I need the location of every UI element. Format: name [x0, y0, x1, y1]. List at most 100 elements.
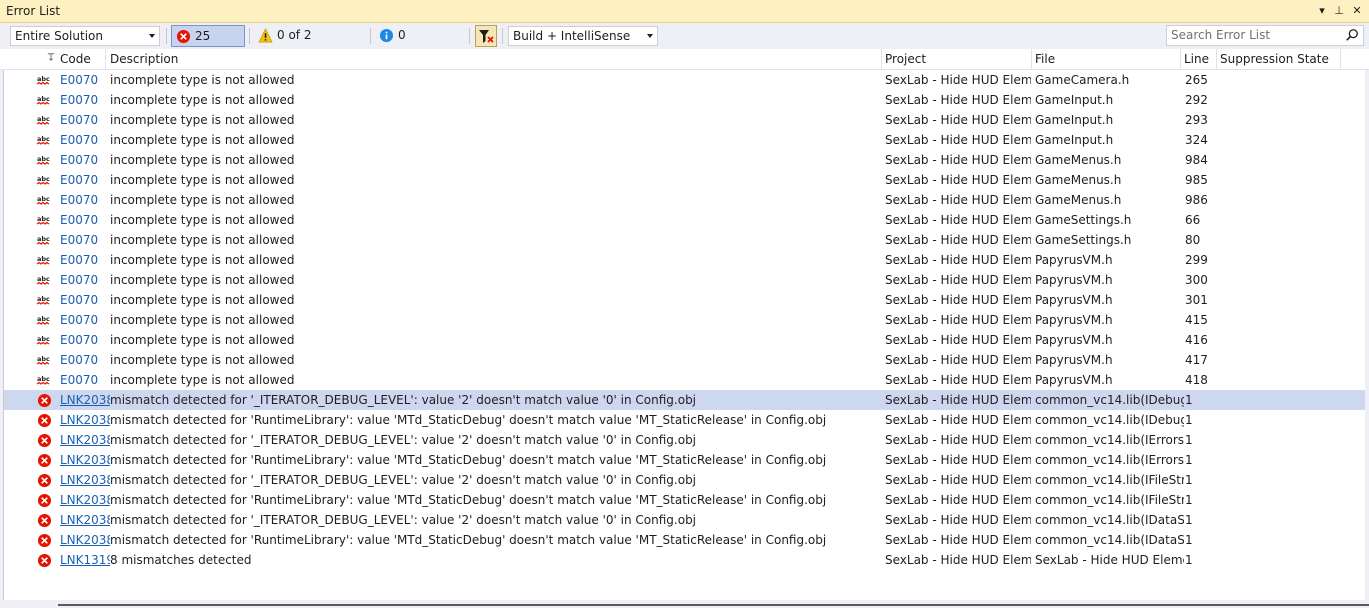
error-project: SexLab - Hide HUD Eleme...	[885, 273, 1031, 287]
error-description: mismatch detected for '_ITERATOR_DEBUG_L…	[110, 513, 697, 527]
error-list-row[interactable]: abc E0070 incomplete type is not allowed Se…	[4, 70, 1366, 90]
search-icon[interactable]	[1345, 28, 1359, 42]
column-type-header[interactable]	[3, 49, 55, 69]
error-code-link[interactable]: LNK2038	[60, 510, 110, 530]
error-line: 1	[1185, 393, 1193, 407]
error-suppression-state	[1220, 490, 1340, 510]
error-file: common_vc14.lib(IErrors....	[1035, 433, 1184, 447]
error-line: 80	[1185, 233, 1201, 247]
toolbar-separator	[469, 28, 470, 44]
error-icon	[37, 513, 52, 528]
error-code-link[interactable]: E0070	[60, 150, 110, 170]
error-list-row[interactable]: LNK2038 mismatch detected for 'RuntimeLib…	[4, 490, 1366, 510]
error-project: SexLab - Hide HUD Eleme...	[885, 513, 1031, 527]
error-code-link[interactable]: LNK2038	[60, 490, 110, 510]
error-file: PapyrusVM.h	[1035, 333, 1113, 347]
window-menu-dropdown-icon[interactable]: ▾	[1315, 3, 1329, 19]
messages-filter-button[interactable]: 0 Messages	[375, 25, 465, 62]
error-list-row[interactable]: abc E0070 incomplete type is not allowed Se…	[4, 210, 1366, 230]
clear-filter-button[interactable]	[475, 25, 497, 47]
error-line: 293	[1185, 113, 1208, 127]
error-code-link[interactable]: E0070	[60, 330, 110, 350]
error-list-row[interactable]: abc E0070 incomplete type is not allowed Se…	[4, 90, 1366, 110]
error-project: SexLab - Hide HUD Eleme...	[885, 453, 1031, 467]
error-list-row[interactable]: LNK2038 mismatch detected for 'RuntimeLib…	[4, 410, 1366, 430]
error-list-row[interactable]: abc E0070 incomplete type is not allowed Se…	[4, 290, 1366, 310]
error-list-row[interactable]: LNK2038 mismatch detected for '_ITERATOR_…	[4, 470, 1366, 490]
error-list-row[interactable]: abc E0070 incomplete type is not allowed Se…	[4, 370, 1366, 390]
error-list-row[interactable]: abc E0070 incomplete type is not allowed Se…	[4, 150, 1366, 170]
close-icon[interactable]: ✕	[1350, 3, 1364, 19]
pin-icon[interactable]: ⊥	[1332, 3, 1346, 19]
error-list-row[interactable]: LNK1319 8 mismatches detected SexLab - Hid…	[4, 550, 1366, 570]
error-suppression-state	[1220, 470, 1340, 490]
build-filter-dropdown[interactable]: Build + IntelliSense	[508, 26, 658, 46]
error-list-row[interactable]: LNK2038 mismatch detected for 'RuntimeLib…	[4, 530, 1366, 550]
search-input[interactable]: Search Error List	[1166, 25, 1364, 46]
column-file-header[interactable]: File	[1031, 49, 1181, 69]
error-line: 1	[1185, 493, 1193, 507]
error-code-link[interactable]: E0070	[60, 230, 110, 250]
column-description-header[interactable]: Description	[106, 49, 882, 69]
build-filter-value: Build + IntelliSense	[513, 29, 631, 43]
error-list-row[interactable]: abc E0070 incomplete type is not allowed Se…	[4, 350, 1366, 370]
error-code-link[interactable]: LNK2038	[60, 470, 110, 490]
intellisense-error-icon: abc	[36, 135, 50, 145]
error-code-link[interactable]: LNK2038	[60, 530, 110, 550]
error-project: SexLab - Hide HUD Eleme...	[885, 333, 1031, 347]
error-code-link[interactable]: LNK2038	[60, 430, 110, 450]
bottom-splitter[interactable]	[58, 604, 1369, 606]
scope-dropdown[interactable]: Entire Solution	[10, 26, 160, 46]
warnings-filter-button[interactable]: 0 of 2 Warnings	[254, 25, 366, 62]
error-line: 986	[1185, 193, 1208, 207]
error-file: PapyrusVM.h	[1035, 293, 1113, 307]
error-suppression-state	[1220, 110, 1340, 130]
error-list-row[interactable]: abc E0070 incomplete type is not allowed Se…	[4, 230, 1366, 250]
error-code-link[interactable]: E0070	[60, 370, 110, 390]
error-list-row[interactable]: LNK2038 mismatch detected for '_ITERATOR_…	[4, 430, 1366, 450]
error-description: incomplete type is not allowed	[110, 333, 295, 347]
error-code-link[interactable]: E0070	[60, 110, 110, 130]
column-line-header[interactable]: Line	[1180, 49, 1217, 69]
error-code-link[interactable]: E0070	[60, 350, 110, 370]
error-description: incomplete type is not allowed	[110, 353, 295, 367]
error-list-row[interactable]: abc E0070 incomplete type is not allowed Se…	[4, 130, 1366, 150]
error-list-row[interactable]: abc E0070 incomplete type is not allowed Se…	[4, 330, 1366, 350]
error-icon	[37, 413, 52, 428]
error-list-row[interactable]: abc E0070 incomplete type is not allowed Se…	[4, 190, 1366, 210]
column-project-header[interactable]: Project	[881, 49, 1032, 69]
error-list-row[interactable]: abc E0070 incomplete type is not allowed Se…	[4, 270, 1366, 290]
error-code-link[interactable]: LNK1319	[60, 550, 110, 570]
column-code-header[interactable]: Code	[56, 49, 106, 69]
error-suppression-state	[1220, 330, 1340, 350]
error-code-link[interactable]: E0070	[60, 130, 110, 150]
error-code-link[interactable]: E0070	[60, 90, 110, 110]
vertical-scrollbar[interactable]	[1365, 70, 1369, 600]
error-code-link[interactable]: LNK2038	[60, 410, 110, 430]
error-icon	[37, 473, 52, 488]
error-code-link[interactable]: E0070	[60, 170, 110, 190]
error-list-row[interactable]: abc E0070 incomplete type is not allowed Se…	[4, 170, 1366, 190]
error-list-titlebar: Error List ▾ ⊥ ✕	[0, 0, 1369, 23]
error-code-link[interactable]: E0070	[60, 270, 110, 290]
toolbar-separator	[370, 28, 371, 44]
error-file: common_vc14.lib(IFileStre...	[1035, 493, 1184, 507]
column-suppression-header[interactable]: Suppression State	[1216, 49, 1341, 69]
error-suppression-state	[1220, 550, 1340, 570]
error-list-row[interactable]: abc E0070 incomplete type is not allowed Se…	[4, 250, 1366, 270]
error-list-row[interactable]: LNK2038 mismatch detected for '_ITERATOR_…	[4, 390, 1366, 410]
errors-filter-button[interactable]: 25 Errors	[171, 25, 245, 63]
error-code-link[interactable]: LNK2038	[60, 390, 110, 410]
error-code-link[interactable]: E0070	[60, 190, 110, 210]
error-list-row[interactable]: abc E0070 incomplete type is not allowed Se…	[4, 310, 1366, 330]
error-list-row[interactable]: LNK2038 mismatch detected for '_ITERATOR_…	[4, 510, 1366, 530]
error-code-link[interactable]: E0070	[60, 250, 110, 270]
error-list-row[interactable]: LNK2038 mismatch detected for 'RuntimeLib…	[4, 450, 1366, 470]
error-code-link[interactable]: E0070	[60, 70, 110, 90]
error-code-link[interactable]: E0070	[60, 310, 110, 330]
error-code-link[interactable]: E0070	[60, 210, 110, 230]
error-code-link[interactable]: E0070	[60, 290, 110, 310]
error-list-row[interactable]: abc E0070 incomplete type is not allowed Se…	[4, 110, 1366, 130]
error-code-link[interactable]: LNK2038	[60, 450, 110, 470]
error-file: GameSettings.h	[1035, 233, 1132, 247]
